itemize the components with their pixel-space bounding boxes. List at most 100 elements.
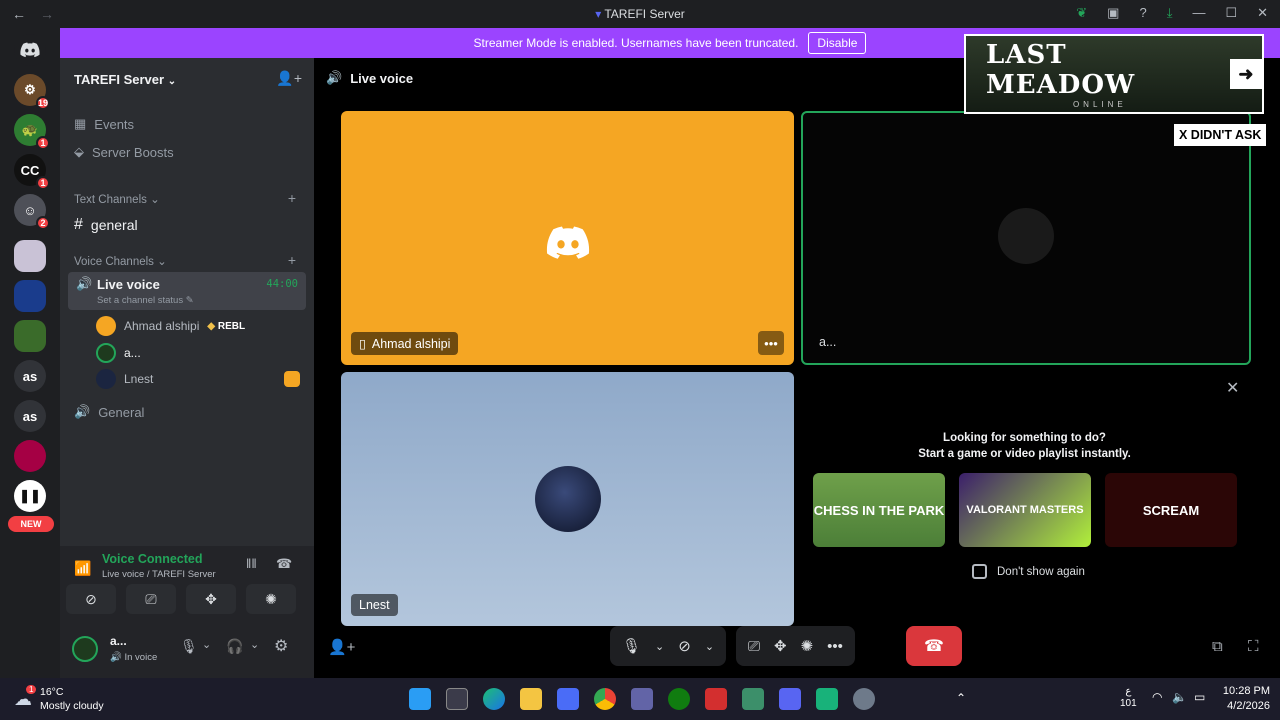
activities-button[interactable]: ✥ [186, 584, 236, 614]
fullscreen-icon[interactable]: ⛶ [1248, 638, 1259, 655]
game-card-scream[interactable]: SCREAM [1105, 473, 1237, 547]
member-ahmad[interactable]: Ahmad alshipi ◆ REBL [96, 316, 245, 336]
tile-name: a... [819, 335, 837, 349]
hang-up-button[interactable]: ☎ [906, 626, 962, 666]
folder-icon[interactable] [520, 688, 542, 710]
tile-name: ▯ Ahmad alshipi [351, 332, 459, 355]
channel-status[interactable]: Set a channel status ✎ [97, 295, 194, 306]
chrome-icon[interactable] [594, 688, 616, 710]
inbox-icon[interactable]: ▣ [1107, 5, 1119, 21]
voice-channels-category[interactable]: Voice Channels ⌄ [74, 254, 167, 268]
minimize-icon[interactable]: — [1192, 5, 1205, 21]
teams-icon[interactable] [631, 688, 653, 710]
game-card-chess[interactable]: CHESS IN THE PARK [813, 473, 945, 547]
text-channels-category[interactable]: Text Channels ⌄ [74, 192, 160, 206]
popout-icon[interactable]: ⧉ [1212, 638, 1223, 655]
disconnect-icon[interactable]: ☎ [276, 556, 292, 572]
app-icon[interactable] [816, 688, 838, 710]
settings-taskbar-icon[interactable] [853, 688, 875, 710]
volume-icon[interactable]: 🔈 [1172, 690, 1187, 704]
overlay-tag: X DIDN'T ASK [1174, 124, 1267, 146]
invite-icon[interactable]: 👤+ [276, 70, 302, 87]
activities-icon[interactable]: ✥ [774, 637, 787, 655]
dont-show-again[interactable]: Don't show again [972, 564, 1085, 579]
more-options-icon[interactable]: ••• [758, 331, 784, 355]
mic-options-icon[interactable]: ⌄ [202, 638, 211, 651]
server-icon-6[interactable] [14, 280, 46, 312]
member-a[interactable]: a... [96, 343, 141, 363]
settings-icon[interactable]: ⚙ [274, 636, 288, 656]
server-icon-1[interactable]: ⚙ 19 [14, 74, 50, 110]
server-icon-7[interactable] [14, 320, 46, 352]
user-status: 🔊 In voice [110, 652, 158, 663]
participant-tile-lnest[interactable]: Lnest [341, 372, 794, 626]
file-manager-icon[interactable] [446, 688, 468, 710]
store-icon[interactable] [557, 688, 579, 710]
add-participant-icon[interactable]: 👤+ [328, 638, 355, 656]
mic-options-icon[interactable]: ⌄ [655, 640, 664, 653]
camera-off-icon[interactable]: ⊘ [678, 637, 691, 655]
wifi-icon[interactable]: ◠ [1152, 690, 1162, 704]
voice-connected-title[interactable]: Voice Connected [102, 552, 202, 566]
weather-widget[interactable]: ☁ 1 16°C Mostly cloudy [14, 684, 104, 713]
channel-general-voice[interactable]: 🔊 General [74, 404, 144, 420]
mic-icon[interactable]: 🎙 [622, 637, 641, 655]
server-icon-as-1[interactable]: as [14, 360, 46, 392]
member-tag: ◆ REBL [207, 320, 246, 332]
voice-connected-subtitle[interactable]: Live voice / TAREFI Server [102, 569, 216, 580]
sidebar-item-events[interactable]: ▦ Events [74, 116, 134, 132]
member-lnest[interactable]: Lnest [96, 369, 153, 389]
server-icon-5[interactable] [14, 240, 46, 272]
noise-suppression-icon[interactable]: ‖‖ [246, 556, 257, 571]
add-voice-channel-icon[interactable]: + [288, 252, 296, 268]
wps-icon[interactable] [705, 688, 727, 710]
channel-live-voice[interactable]: 🔊 Live voice 44:00 Set a channel status … [68, 272, 306, 310]
start-icon[interactable] [409, 688, 431, 710]
user-name[interactable]: a... [110, 634, 127, 648]
game-card-valorant[interactable]: VALORANT MASTERS [959, 473, 1091, 547]
server-icon-2[interactable]: 🐢 1 [14, 114, 50, 150]
more-icon[interactable]: ••• [827, 638, 843, 655]
participant-tile-a[interactable]: a... [801, 111, 1251, 365]
soundboard-button[interactable]: ✺ [246, 584, 296, 614]
photos-icon[interactable] [742, 688, 764, 710]
server-icon-barca[interactable] [14, 440, 46, 472]
edge-icon[interactable] [483, 688, 505, 710]
headphones-options-icon[interactable]: ⌄ [250, 638, 259, 651]
phone-icon: ▯ [359, 337, 366, 351]
boost-icon: ⬙ [74, 144, 84, 159]
headphones-icon[interactable]: 🎧 [226, 638, 243, 655]
discord-taskbar-icon[interactable] [779, 688, 801, 710]
close-activity-icon[interactable]: ✕ [1226, 378, 1239, 398]
checkbox[interactable] [972, 564, 987, 579]
camera-options-icon[interactable]: ⌄ [705, 640, 714, 653]
sidebar-item-server-boosts[interactable]: ⬙ Server Boosts [74, 144, 174, 160]
channel-general[interactable]: # general [74, 216, 138, 234]
download-icon[interactable]: ⤓ [1167, 5, 1173, 21]
disable-button[interactable]: Disable [808, 32, 867, 54]
maximize-icon[interactable]: ☐ [1225, 5, 1237, 21]
participant-tile-ahmad[interactable]: ▯ Ahmad alshipi ••• [341, 111, 794, 365]
camera-off-button[interactable]: ⊘ [66, 584, 116, 614]
battery-icon[interactable]: ▭ [1194, 690, 1205, 704]
tray-overflow-icon[interactable]: ⌃ [956, 691, 966, 705]
xbox-icon[interactable] [668, 688, 690, 710]
help-icon[interactable]: ? [1139, 5, 1146, 21]
tray-lang[interactable]: ع 101 [1120, 686, 1137, 710]
leaf-icon[interactable]: ❦ [1076, 5, 1087, 21]
server-icon-as-2[interactable]: as [14, 400, 46, 432]
discord-home-icon[interactable] [14, 34, 46, 66]
close-icon[interactable]: ✕ [1257, 5, 1268, 21]
screen-share-icon[interactable]: ⎚ [748, 638, 760, 655]
screen-share-button[interactable]: ⎚ [126, 584, 176, 614]
server-name[interactable]: TAREFI Server ⌄ [74, 72, 176, 87]
calendar-icon: ▦ [74, 116, 87, 131]
clock[interactable]: 10:28 PM 4/2/2026 [1223, 684, 1270, 714]
mic-icon[interactable]: 🎙 [180, 638, 198, 655]
soundboard-icon[interactable]: ✺ [801, 637, 814, 655]
server-icon-3[interactable]: CC 1 [14, 154, 50, 190]
add-text-channel-icon[interactable]: + [288, 190, 296, 206]
avatar[interactable] [72, 636, 98, 662]
server-icon-4[interactable]: ☺ 2 [14, 194, 50, 230]
server-icon-9[interactable]: ❚❚ [14, 480, 46, 512]
